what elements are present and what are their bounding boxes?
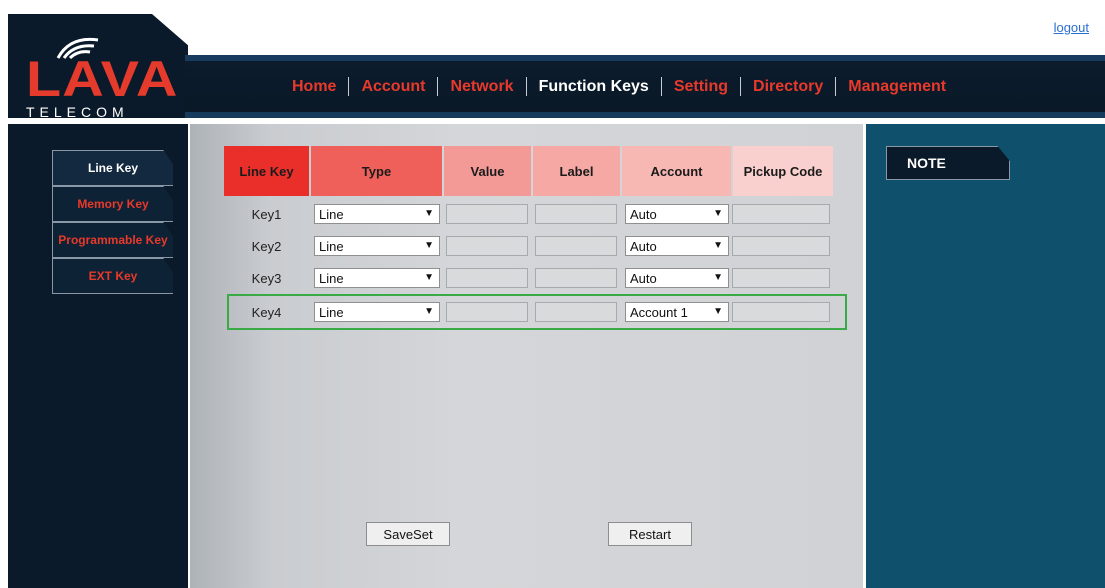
row-key-label: Key2 bbox=[251, 238, 282, 254]
sidebar-item-line-key[interactable]: Line Key bbox=[52, 150, 173, 186]
header-pickup-code: Pickup Code bbox=[733, 146, 833, 196]
value-input[interactable] bbox=[446, 268, 528, 288]
row-key-label: Key1 bbox=[251, 206, 282, 222]
dropdown-arrow-icon: ▼ bbox=[713, 208, 723, 219]
label-input[interactable] bbox=[535, 204, 617, 224]
restart-button[interactable]: Restart bbox=[608, 522, 692, 546]
type-select-value: Line bbox=[319, 238, 344, 254]
logo-subtitle: TELECOM bbox=[26, 104, 129, 120]
account-select-value: Account 1 bbox=[630, 304, 688, 320]
header-line-key: Line Key bbox=[224, 146, 309, 196]
header-type: Type bbox=[311, 146, 442, 196]
type-select[interactable]: Line ▼ bbox=[314, 268, 440, 288]
nav-network[interactable]: Network bbox=[438, 78, 525, 96]
value-input[interactable] bbox=[446, 236, 528, 256]
note-panel: NOTE bbox=[866, 124, 1105, 588]
account-select-value: Auto bbox=[630, 206, 657, 222]
header-label: Label bbox=[533, 146, 620, 196]
dropdown-arrow-icon: ▼ bbox=[424, 272, 434, 283]
type-select[interactable]: Line ▼ bbox=[314, 204, 440, 224]
sidebar-item-ext-key[interactable]: EXT Key bbox=[52, 258, 173, 294]
type-select-value: Line bbox=[319, 270, 344, 286]
header-value: Value bbox=[444, 146, 531, 196]
nav-management[interactable]: Management bbox=[836, 78, 958, 96]
dropdown-arrow-icon: ▼ bbox=[713, 240, 723, 251]
type-select[interactable]: Line ▼ bbox=[314, 302, 440, 322]
account-select[interactable]: Auto ▼ bbox=[625, 268, 729, 288]
sidebar: Line Key Memory Key Programmable Key EXT… bbox=[8, 124, 188, 588]
saveset-button[interactable]: SaveSet bbox=[366, 522, 450, 546]
pickup-code-input[interactable] bbox=[732, 204, 830, 224]
type-select-value: Line bbox=[319, 304, 344, 320]
logo-brand: LAVA bbox=[26, 51, 179, 107]
nav-home[interactable]: Home bbox=[280, 78, 348, 96]
logo-block: LAVA TELECOM bbox=[8, 14, 188, 118]
value-input[interactable] bbox=[446, 204, 528, 224]
value-input[interactable] bbox=[446, 302, 528, 322]
nav-menu: Home Account Network Function Keys Setti… bbox=[280, 77, 958, 96]
nav-account[interactable]: Account bbox=[349, 78, 437, 96]
sidebar-item-programmable-key[interactable]: Programmable Key bbox=[52, 222, 173, 258]
label-input[interactable] bbox=[535, 268, 617, 288]
account-select[interactable]: Auto ▼ bbox=[625, 236, 729, 256]
account-select[interactable]: Account 1 ▼ bbox=[625, 302, 729, 322]
row-key-label: Key3 bbox=[251, 270, 282, 286]
account-select[interactable]: Auto ▼ bbox=[625, 204, 729, 224]
type-select-value: Line bbox=[319, 206, 344, 222]
logout-link[interactable]: logout bbox=[1054, 20, 1089, 35]
row-key-label: Key4 bbox=[251, 304, 282, 320]
nav-directory[interactable]: Directory bbox=[741, 78, 835, 96]
header-account: Account bbox=[622, 146, 731, 196]
account-select-value: Auto bbox=[630, 270, 657, 286]
label-input[interactable] bbox=[535, 302, 617, 322]
pickup-code-input[interactable] bbox=[732, 302, 830, 322]
line-key-panel: Line Key Type Value Label Account Pickup… bbox=[190, 124, 863, 588]
sidebar-item-memory-key[interactable]: Memory Key bbox=[52, 186, 173, 222]
nav-setting[interactable]: Setting bbox=[662, 78, 740, 96]
type-select[interactable]: Line ▼ bbox=[314, 236, 440, 256]
dropdown-arrow-icon: ▼ bbox=[424, 208, 434, 219]
top-navigation: Home Account Network Function Keys Setti… bbox=[185, 55, 1105, 118]
note-tab: NOTE bbox=[886, 146, 1010, 180]
dropdown-arrow-icon: ▼ bbox=[424, 306, 434, 317]
account-select-value: Auto bbox=[630, 238, 657, 254]
label-input[interactable] bbox=[535, 236, 617, 256]
dropdown-arrow-icon: ▼ bbox=[713, 306, 723, 317]
nav-function-keys[interactable]: Function Keys bbox=[527, 78, 661, 96]
pickup-code-input[interactable] bbox=[732, 236, 830, 256]
dropdown-arrow-icon: ▼ bbox=[713, 272, 723, 283]
pickup-code-input[interactable] bbox=[732, 268, 830, 288]
dropdown-arrow-icon: ▼ bbox=[424, 240, 434, 251]
